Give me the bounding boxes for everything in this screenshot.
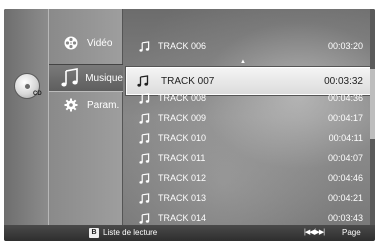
track-row[interactable]: TRACK 010 00:04:11 — [123, 128, 371, 148]
menu-item-label: Musique — [85, 72, 123, 84]
scrollbar[interactable] — [370, 9, 375, 225]
track-name: TRACK 006 — [158, 41, 207, 51]
track-row[interactable]: TRACK 006 00:03:20 — [123, 36, 371, 56]
track-name: TRACK 009 — [158, 113, 207, 123]
track-duration: 00:03:43 — [327, 213, 363, 223]
music-note-icon — [139, 172, 151, 184]
b-button-icon[interactable]: B — [89, 228, 99, 238]
track-duration: 00:04:46 — [327, 173, 363, 183]
track-duration: 00:04:07 — [327, 153, 363, 163]
music-note-icon — [139, 152, 151, 164]
scroll-up-arrow-icon: ▲ — [240, 59, 246, 65]
music-note-icon — [139, 40, 151, 52]
track-row[interactable]: TRACK 013 00:04:21 — [123, 188, 371, 208]
bottom-bar: B Liste de lecture |◀◀/▶▶| Page — [4, 225, 375, 241]
track-row[interactable]: TRACK 012 00:04:46 — [123, 168, 371, 188]
track-duration: 00:04:21 — [327, 193, 363, 203]
music-note-icon — [139, 212, 151, 224]
menu-item-label: Param. — [87, 99, 120, 111]
track-duration: 00:03:20 — [327, 41, 363, 51]
playlist-label[interactable]: Liste de lecture — [103, 228, 157, 237]
track-name: TRACK 013 — [158, 193, 207, 203]
music-note-icon — [139, 132, 151, 144]
music-note-icon — [139, 192, 151, 204]
track-name: TRACK 007 — [161, 75, 215, 87]
menu-item-music[interactable]: Musique — [49, 64, 123, 92]
menu-item-video[interactable]: Vidéo — [49, 31, 123, 55]
track-duration: 00:04:11 — [328, 133, 363, 143]
menu-item-label: Vidéo — [87, 37, 113, 49]
track-duration: 00:03:32 — [324, 75, 363, 87]
track-duration: 00:04:17 — [327, 113, 363, 123]
disc-panel: CD — [4, 9, 48, 225]
music-note-icon — [137, 73, 149, 89]
track-name: TRACK 014 — [158, 213, 207, 223]
menu-item-settings[interactable]: Param. — [49, 93, 123, 117]
track-name: TRACK 011 — [158, 153, 206, 163]
main-menu: Vidéo Musique Param. — [48, 9, 123, 225]
track-row[interactable]: TRACK 008 00:04:36 — [123, 88, 371, 108]
cd-disc-icon: CD — [14, 73, 42, 99]
media-player-screen: CD Vidéo Musique Param. ▲ TRACK 006 00:0… — [4, 9, 375, 241]
track-list: ▲ ▼ TRACK 00600:03:20TRACK 00700:03:32TR… — [123, 9, 375, 225]
page-skip-icon: |◀◀/▶▶| — [304, 229, 325, 236]
gear-icon — [61, 95, 81, 115]
page-label[interactable]: Page — [342, 228, 361, 237]
film-reel-icon — [61, 33, 81, 53]
music-note-icon — [139, 112, 151, 124]
track-name: TRACK 008 — [158, 93, 207, 103]
track-duration: 00:04:36 — [327, 93, 363, 103]
track-row[interactable]: TRACK 011 00:04:07 — [123, 148, 371, 168]
music-note-icon — [61, 68, 79, 88]
track-name: TRACK 010 — [158, 133, 207, 143]
disc-hole — [24, 83, 31, 90]
disc-label: CD — [33, 91, 42, 97]
music-note-icon — [139, 92, 151, 104]
scroll-thumb[interactable] — [370, 69, 375, 139]
track-row[interactable]: TRACK 009 00:04:17 — [123, 108, 371, 128]
track-name: TRACK 012 — [158, 173, 207, 183]
